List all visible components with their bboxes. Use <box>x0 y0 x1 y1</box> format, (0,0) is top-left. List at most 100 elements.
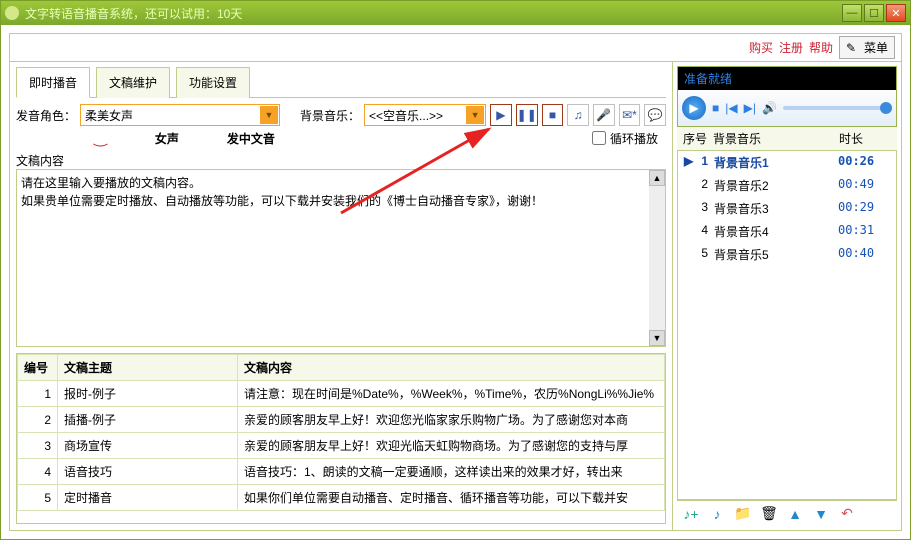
scroll-up-icon[interactable]: ▲ <box>649 170 665 186</box>
track-item[interactable]: 2背景音乐200:49 <box>678 174 896 197</box>
help-link[interactable]: 帮助 <box>809 39 833 56</box>
buy-link[interactable]: 购买 <box>749 39 773 56</box>
loop-checkbox[interactable] <box>592 131 606 145</box>
playlist-toolbar: ♪+ ♪ 📁 🗑 ▲ ▼ ↶ <box>677 500 897 526</box>
play-button[interactable]: ▶ <box>490 104 512 126</box>
pause-button[interactable]: ❚❚ <box>516 104 538 126</box>
track-no: 1 <box>696 154 714 171</box>
document-table: 编号 文稿主题 文稿内容 1报时-例子请注意：现在时间是%Date%，%Week… <box>16 353 666 524</box>
voice-gender-label: 女声 <box>155 130 179 147</box>
track-item[interactable]: 5背景音乐500:40 <box>678 243 896 266</box>
register-link[interactable]: 注册 <box>779 39 803 56</box>
cell-title: 语音技巧 <box>58 459 238 485</box>
col-track-name: 背景音乐 <box>713 130 839 147</box>
table-row[interactable]: 4语音技巧语音技巧：1、朗读的文稿一定要通顺，这样读出来的效果才好，转出来 <box>18 459 665 485</box>
scroll-down-icon[interactable]: ▼ <box>649 330 665 346</box>
chat-icon: 💬 <box>648 108 663 122</box>
player-play-button[interactable]: ▶ <box>682 96 706 120</box>
track-duration: 00:49 <box>838 177 890 194</box>
play-indicator-icon <box>684 177 696 194</box>
table-row[interactable]: 2插播-例子亲爱的顾客朋友早上好！欢迎您光临家家乐购物广场。为了感谢您对本商 <box>18 407 665 433</box>
add-file-button[interactable]: ♪ <box>707 504 727 524</box>
play-icon: ▶ <box>496 108 505 122</box>
cell-title: 报时-例子 <box>58 381 238 407</box>
play-indicator-icon <box>684 246 696 263</box>
new-icon: ✉* <box>622 108 637 122</box>
undo-button[interactable]: ↶ <box>837 504 857 524</box>
stop-icon: ■ <box>549 108 556 122</box>
chat-button[interactable]: 💬 <box>644 104 666 126</box>
bg-music-label: 背景音乐： <box>300 107 360 124</box>
track-item[interactable]: ▶1背景音乐100:26 <box>678 151 896 174</box>
content-textarea[interactable] <box>17 170 649 346</box>
app-window: 文字转语音播音系统，还可以试用：10天 — ☐ ✕ 购买 注册 帮助 ✎ 菜单 … <box>0 0 911 540</box>
table-row[interactable]: 3商场宣传亲爱的顾客朋友早上好！欢迎光临天虹购物商场。为了感谢您的支持与厚 <box>18 433 665 459</box>
track-list: ▶1背景音乐100:262背景音乐200:493背景音乐300:294背景音乐4… <box>677 151 897 500</box>
track-name: 背景音乐5 <box>714 246 838 263</box>
player: 准备就绪 ▶ ■ |◀ ▶| 🔊 <box>677 66 897 127</box>
mic-button[interactable]: 🎤 <box>593 104 615 126</box>
content-label: 文稿内容 <box>16 152 666 169</box>
track-name: 背景音乐4 <box>714 223 838 240</box>
play-icon: ▶ <box>689 101 698 115</box>
chevron-down-icon[interactable]: ▼ <box>260 106 278 124</box>
cell-id: 1 <box>18 381 58 407</box>
pause-icon: ❚❚ <box>517 108 537 122</box>
right-pane: 准备就绪 ▶ ■ |◀ ▶| 🔊 序号 背景音乐 时长 <box>673 62 901 530</box>
add-track-button[interactable]: ♪+ <box>681 504 701 524</box>
tab-document-maintain[interactable]: 文稿维护 <box>96 67 170 98</box>
bg-music-select[interactable]: <<空音乐...>> ▼ <box>364 104 486 126</box>
track-duration: 00:31 <box>838 223 890 240</box>
col-track-dur: 时长 <box>839 130 891 147</box>
move-up-button[interactable]: ▲ <box>785 504 805 524</box>
chevron-down-icon[interactable]: ▼ <box>466 106 484 124</box>
volume-slider[interactable] <box>783 106 892 110</box>
track-item[interactable]: 4背景音乐400:31 <box>678 220 896 243</box>
minimize-button[interactable]: — <box>842 4 862 22</box>
col-track-no: 序号 <box>683 130 713 147</box>
player-volume-button[interactable]: 🔊 <box>762 101 777 115</box>
track-no: 4 <box>696 223 714 240</box>
open-folder-button[interactable]: 📁 <box>733 504 753 524</box>
table-row[interactable]: 5定时播音如果你们单位需要自动播音、定时播音、循环播音等功能，可以下载并安 <box>18 485 665 511</box>
track-duration: 00:40 <box>838 246 890 263</box>
voice-role-label: 发音角色： <box>16 107 76 124</box>
left-pane: 即时播音 文稿维护 功能设置 发音角色： 柔美女声 ▼ 背景音乐： <<空音乐.… <box>10 62 673 530</box>
player-stop-button[interactable]: ■ <box>712 101 719 115</box>
play-indicator-icon <box>684 200 696 217</box>
track-name: 背景音乐2 <box>714 177 838 194</box>
loop-label: 循环播放 <box>610 130 658 147</box>
delete-button[interactable]: 🗑 <box>759 504 779 524</box>
player-prev-button[interactable]: |◀ <box>725 101 737 115</box>
stop-button[interactable]: ■ <box>542 104 564 126</box>
tabs: 即时播音 文稿维护 功能设置 <box>16 66 666 98</box>
cell-id: 2 <box>18 407 58 433</box>
maximize-button[interactable]: ☐ <box>864 4 884 22</box>
scrollbar-vertical[interactable]: ▲ ▼ <box>649 170 665 346</box>
menu-button[interactable]: ✎ 菜单 <box>839 36 895 59</box>
track-no: 3 <box>696 200 714 217</box>
col-id: 编号 <box>18 355 58 381</box>
slider-thumb[interactable] <box>880 102 892 114</box>
voice-lang-label: 发中文音 <box>227 130 275 147</box>
cell-content: 亲爱的顾客朋友早上好！欢迎光临天虹购物商场。为了感谢您的支持与厚 <box>238 433 665 459</box>
tab-settings[interactable]: 功能设置 <box>176 67 250 98</box>
tab-instant-broadcast[interactable]: 即时播音 <box>16 67 90 98</box>
cell-content: 请注意：现在时间是%Date%，%Week%，%Time%，农历%NongLi%… <box>238 381 665 407</box>
voice-role-select[interactable]: 柔美女声 ▼ <box>80 104 280 126</box>
track-no: 2 <box>696 177 714 194</box>
play-indicator-icon <box>684 223 696 240</box>
col-title: 文稿主题 <box>58 355 238 381</box>
cell-id: 5 <box>18 485 58 511</box>
close-button[interactable]: ✕ <box>886 4 906 22</box>
table-row[interactable]: 1报时-例子请注意：现在时间是%Date%，%Week%，%Time%，农历%N… <box>18 381 665 407</box>
music-note-button[interactable]: ♫ <box>567 104 589 126</box>
track-item[interactable]: 3背景音乐300:29 <box>678 197 896 220</box>
cell-title: 插播-例子 <box>58 407 238 433</box>
lips-icon: ‿ <box>94 128 107 148</box>
move-down-button[interactable]: ▼ <box>811 504 831 524</box>
track-no: 5 <box>696 246 714 263</box>
new-message-button[interactable]: ✉* <box>619 104 641 126</box>
player-next-button[interactable]: ▶| <box>744 101 756 115</box>
titlebar: 文字转语音播音系统，还可以试用：10天 — ☐ ✕ <box>1 1 910 25</box>
